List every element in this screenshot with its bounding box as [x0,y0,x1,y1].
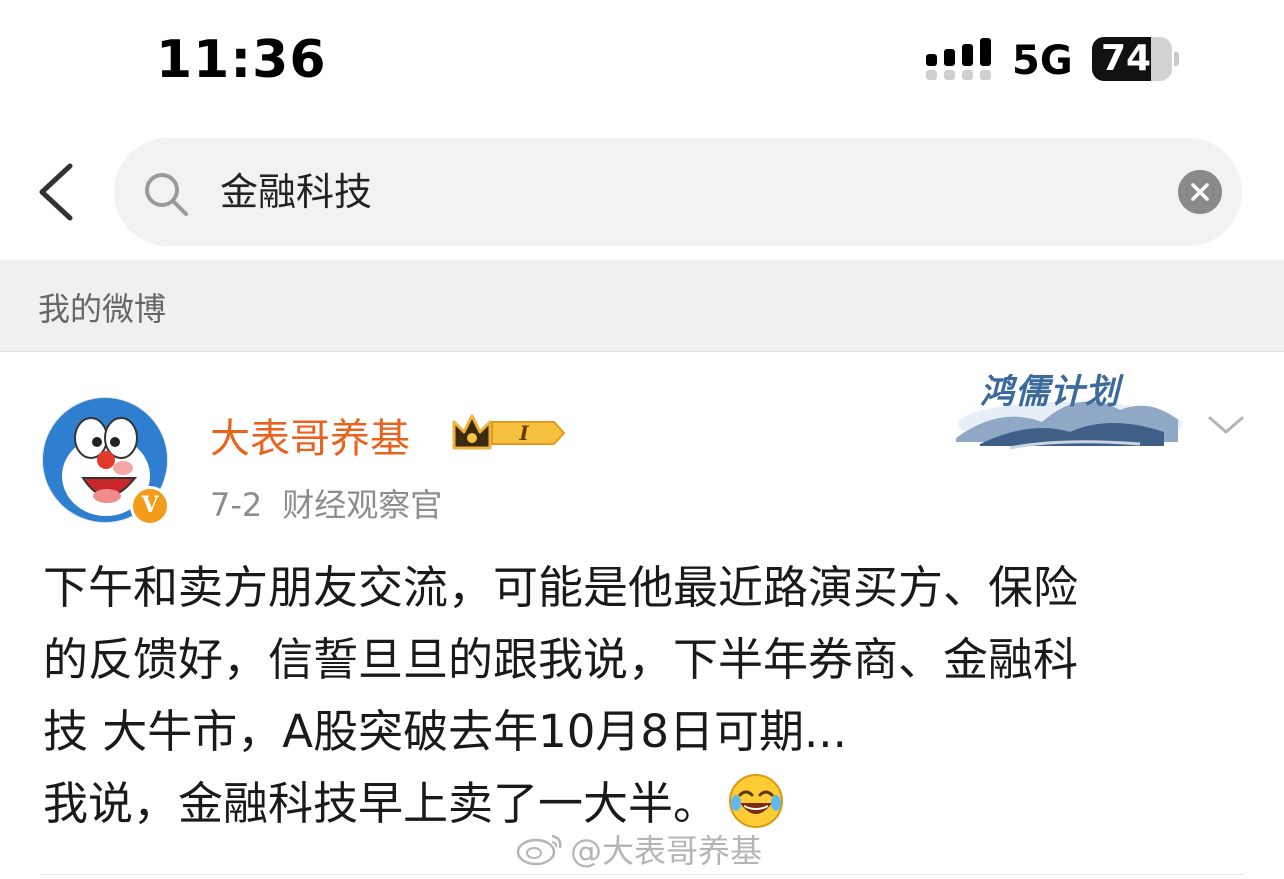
section-header: 我的微博 [0,260,1284,352]
post-meta: 7-2 财经观察官 [210,480,442,526]
battery-icon: 74 [1092,37,1179,81]
battery-percent: 74 [1100,38,1152,79]
vip-level: I [518,421,529,445]
section-title: 我的微博 [38,290,167,328]
post-author[interactable]: 大表哥养基 [210,406,410,464]
post-date: 7-2 [210,486,263,524]
status-time: 11:36 [156,30,327,90]
network-type: 5G [1012,38,1073,84]
search-bar[interactable] [114,138,1242,246]
weibo-logo-icon [516,834,562,866]
search-icon [145,173,188,216]
divider [40,874,1244,875]
cellular-signal-icon [926,38,991,80]
more-options-chevron-icon[interactable] [1206,410,1246,440]
post-body-line: 的反馈好，信誓旦旦的跟我说，下半年券商、金融科 [43,633,1079,686]
post-source: 财经观察官 [282,486,443,524]
post-body-line: 技 大牛市，A股突破去年10月8日可期... [43,705,847,758]
verified-badge: V [130,486,170,526]
status-bar: 11:36 5G 74 [0,0,1284,120]
search-input[interactable] [220,166,1120,218]
clear-search-button[interactable] [1178,170,1222,214]
card-decoration-label: 鸿儒计划 [980,372,1120,412]
back-button[interactable] [30,160,86,224]
post-body-line: 我说，金融科技早上卖了一大半。 [43,777,719,830]
laugh-cry-emoji-icon [729,774,784,828]
vip-crown-badge[interactable]: I [450,410,568,456]
post-body-line: 下午和卖方朋友交流，可能是他最近路演买方、保险 [43,561,1079,614]
post-body: 下午和卖方朋友交流，可能是他最近路演买方、保险 的反馈好，信誓旦旦的跟我说，下半… [43,552,1253,840]
card-decoration: 鸿儒计划 [950,358,1182,456]
watermark-text: @大表哥养基 [570,832,763,870]
